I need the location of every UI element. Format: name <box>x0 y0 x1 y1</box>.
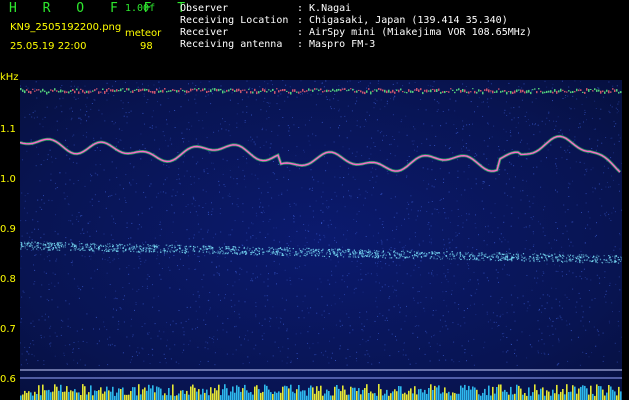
header: H R O F F T 1.00f KN9_2505192200.png met… <box>0 0 629 74</box>
app-version: 1.00f <box>125 3 156 14</box>
bottom-activity-strip <box>20 384 622 400</box>
info-value-receiver: : AirSpy mini (Miakejima VOR 108.65MHz) <box>297 27 532 38</box>
right-margin <box>622 74 629 400</box>
file-name: KN9_2505192200.png <box>10 22 122 33</box>
y-axis-unit: kHz <box>0 72 19 83</box>
info-label-observer: Observer <box>180 3 229 14</box>
info-value-antenna: : Maspro FM-3 <box>297 39 376 50</box>
doppler-trace <box>20 135 621 173</box>
spectrogram-plot[interactable] <box>20 80 622 400</box>
y-tick-label: 0.7 <box>0 324 16 335</box>
info-label-antenna: Receiving antenna <box>180 39 283 50</box>
y-tick-label: 0.9 <box>0 224 16 235</box>
info-value-observer: : K.Nagai <box>297 3 352 14</box>
info-label-location: Receiving Location <box>180 15 289 26</box>
y-tick-label: 0.8 <box>0 274 16 285</box>
meteor-label: meteor <box>125 28 162 39</box>
y-axis <box>0 74 20 400</box>
app-brand: H R O F F T <box>9 1 195 16</box>
carrier-band <box>20 241 622 264</box>
info-label-receiver: Receiver <box>180 27 229 38</box>
spectrogram-canvas <box>20 80 622 400</box>
meteor-count: 98 <box>140 41 153 52</box>
y-tick-label: 1.0 <box>0 174 16 185</box>
y-tick-label: 0.6 <box>0 374 16 385</box>
y-tick-label: 1.1 <box>0 124 16 135</box>
noise-field <box>20 80 622 366</box>
date-time: 25.05.19 22:00 <box>10 41 87 52</box>
info-value-location: : Chigasaki, Japan (139.414 35.340) <box>297 15 508 26</box>
